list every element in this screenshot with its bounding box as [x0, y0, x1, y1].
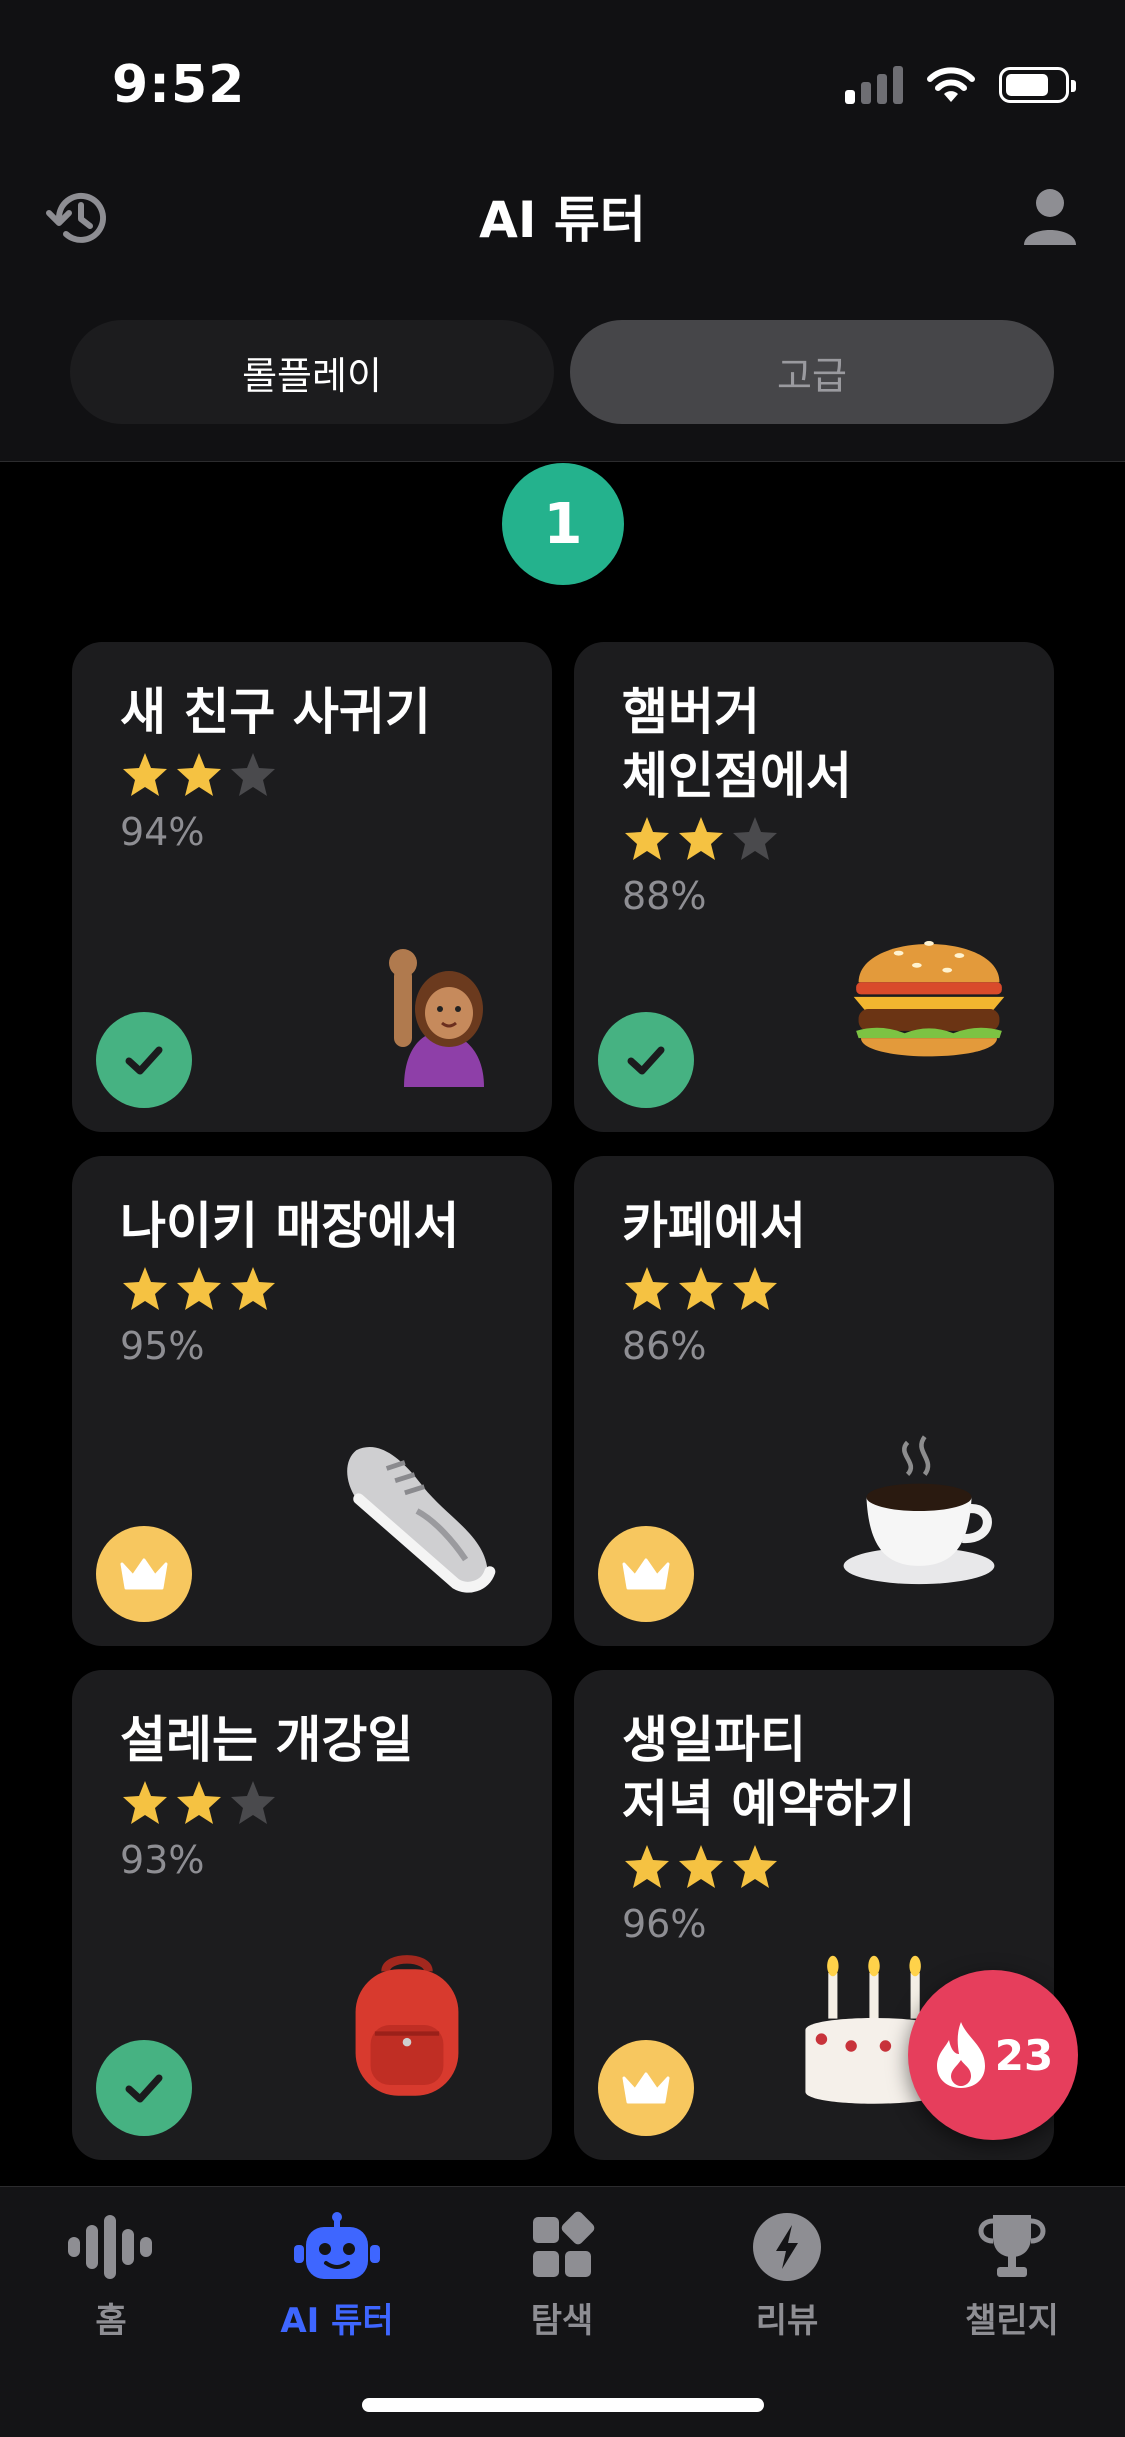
star-empty-icon: [231, 1781, 275, 1824]
star-filled-icon: [123, 1267, 167, 1310]
person-raising-hand-emoji: [389, 949, 484, 1087]
scenario-card[interactable]: 카페에서 86%: [574, 1156, 1054, 1646]
star-rating: [622, 814, 780, 864]
star-rating: [622, 1842, 780, 1892]
tab-home[interactable]: 홈: [21, 2211, 201, 2342]
tab-label: 홈: [95, 2301, 127, 2341]
robot-icon: [294, 2212, 380, 2279]
star-filled-icon: [123, 753, 167, 796]
profile-icon[interactable]: [1019, 185, 1081, 247]
star-filled-icon: [679, 1267, 723, 1310]
star-filled-icon: [625, 817, 669, 860]
tab-label: 챌린지: [965, 2301, 1059, 2341]
star-filled-icon: [177, 753, 221, 796]
hamburger-emoji: [853, 941, 1005, 1057]
card-percent: 95%: [120, 1324, 205, 1368]
waveform-icon: [68, 2215, 152, 2279]
completed-check-icon: [96, 1012, 192, 1108]
crown-icon: [598, 1526, 694, 1622]
trophy-icon: [978, 2215, 1046, 2277]
card-title: 설레는 개강일: [120, 1711, 414, 1769]
sneaker-emoji: [347, 1447, 496, 1593]
card-title: 생일파티 저녁 예약하기: [622, 1711, 916, 1833]
page-title: AI 튜터: [479, 191, 646, 249]
scenario-card[interactable]: 설레는 개강일 93%: [72, 1670, 552, 2160]
cellular-signal-icon: [845, 66, 903, 104]
star-filled-icon: [177, 1267, 221, 1310]
battery-icon: [999, 67, 1076, 103]
star-filled-icon: [679, 1845, 723, 1888]
star-filled-icon: [733, 1267, 777, 1310]
tab-review[interactable]: 리뷰: [697, 2211, 877, 2342]
status-icons: [845, 66, 1076, 104]
tab-label: 리뷰: [755, 2301, 819, 2341]
tab-ai-tutor[interactable]: AI 튜터: [247, 2211, 427, 2342]
scenario-card[interactable]: 햄버거 체인점에서 88%: [574, 642, 1054, 1132]
star-filled-icon: [733, 1845, 777, 1888]
star-filled-icon: [177, 1781, 221, 1824]
crown-icon: [598, 2040, 694, 2136]
star-empty-icon: [231, 753, 275, 796]
card-percent: 86%: [622, 1324, 707, 1368]
streak-button[interactable]: 23: [908, 1970, 1078, 2140]
wifi-icon: [927, 67, 975, 102]
star-empty-icon: [733, 817, 777, 860]
flame-icon: [936, 2022, 985, 2088]
tab-advanced[interactable]: 고급: [570, 320, 1054, 424]
top-bar: 9:52 AI 튜터 롤플레이 고급: [0, 0, 1125, 462]
level-badge: 1: [502, 463, 624, 585]
card-title: 햄버거 체인점에서: [622, 683, 852, 805]
star-filled-icon: [625, 1267, 669, 1310]
tab-roleplay[interactable]: 롤플레이: [70, 320, 554, 424]
star-filled-icon: [625, 1845, 669, 1888]
tab-challenge[interactable]: 챌린지: [922, 2211, 1102, 2342]
star-filled-icon: [231, 1267, 275, 1310]
bolt-icon: [753, 2213, 821, 2281]
completed-check-icon: [598, 1012, 694, 1108]
card-percent: 88%: [622, 874, 707, 918]
star-rating: [120, 1264, 278, 1314]
backpack-emoji: [355, 1955, 459, 2096]
tab-label: 탐색: [530, 2301, 594, 2341]
star-rating: [622, 1264, 780, 1314]
streak-count: 23: [994, 2030, 1054, 2080]
star-rating: [120, 1778, 278, 1828]
card-percent: 96%: [622, 1902, 707, 1946]
card-title: 나이키 매장에서: [120, 1197, 460, 1255]
bottom-tab-bar: 홈 AI 튜터 탐색 리뷰 챌린지: [0, 2186, 1125, 2437]
scenario-card[interactable]: 새 친구 사귀기 94%: [72, 642, 552, 1132]
tab-label: AI 튜터: [280, 2301, 394, 2341]
crown-icon: [96, 1526, 192, 1622]
tab-explore[interactable]: 탐색: [472, 2211, 652, 2342]
card-title: 새 친구 사귀기: [120, 683, 431, 741]
home-indicator: [362, 2398, 764, 2412]
star-filled-icon: [679, 817, 723, 860]
scenario-card[interactable]: 나이키 매장에서 95%: [72, 1156, 552, 1646]
completed-check-icon: [96, 2040, 192, 2136]
card-title: 카페에서: [622, 1197, 806, 1255]
status-time: 9:52: [112, 55, 246, 115]
star-filled-icon: [123, 1781, 167, 1824]
grid-explore-icon: [533, 2211, 595, 2277]
star-rating: [120, 750, 278, 800]
coffee-emoji: [843, 1435, 995, 1585]
card-percent: 93%: [120, 1838, 205, 1882]
card-percent: 94%: [120, 810, 205, 854]
